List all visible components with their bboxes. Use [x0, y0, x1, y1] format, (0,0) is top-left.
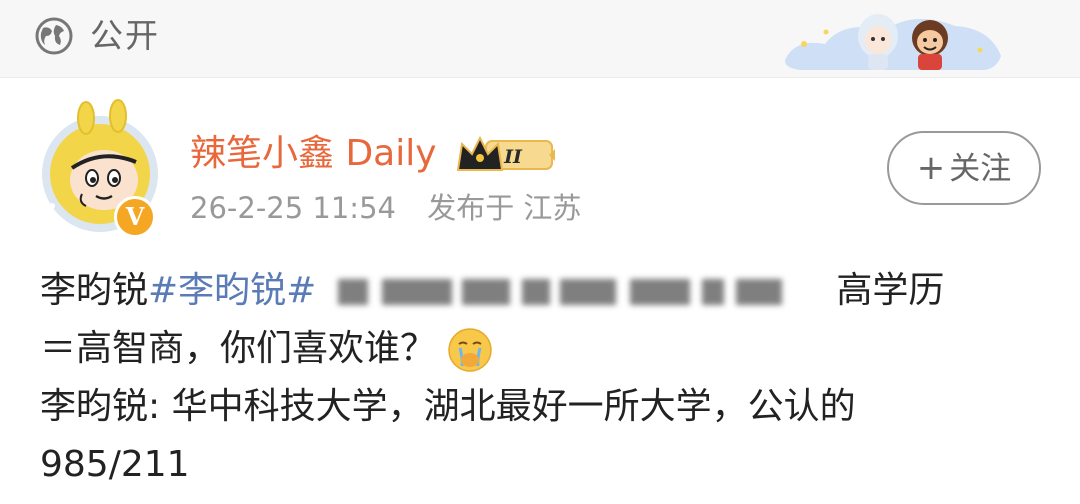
level-badge-text: II [503, 146, 523, 168]
plus-icon: + [916, 148, 946, 188]
crying-face-emoji [448, 328, 492, 372]
post-line: 985/211 [40, 436, 1050, 494]
anime-characters-sticker [784, 14, 1001, 70]
post-text-segment: 李昀锐: 华中科技大学，湖北最好一所大学，公认的 [40, 386, 856, 427]
post-timestamp: 26-2-25 11:54 [190, 191, 396, 225]
visibility-bar: 公开 [0, 0, 1080, 78]
post-text: 李昀锐#李昀锐# 高学历 ＝高智商，你们喜欢谁？ 李昀锐: 华中科技大学，湖北最好… [40, 262, 1050, 494]
verified-badge: V [114, 196, 156, 238]
post-line: 李昀锐#李昀锐# 高学历 [40, 262, 1050, 320]
author-name[interactable]: 辣笔小鑫 Daily [190, 130, 437, 178]
crown-icon[interactable]: II [456, 132, 558, 176]
follow-label: 关注 [949, 151, 1012, 187]
globe-icon [35, 17, 73, 55]
post-meta: 26-2-25 11:54 发布于 江苏 [190, 188, 581, 228]
blurred-text [338, 271, 818, 313]
post-line: ＝高智商，你们喜欢谁？ [40, 320, 1050, 378]
post-text-segment: 985/211 [40, 444, 190, 485]
post-text-segment: 李昀锐 [40, 270, 149, 311]
visibility-label: 公开 [90, 16, 160, 55]
post-location: 发布于 江苏 [427, 191, 582, 225]
post-line: 李昀锐: 华中科技大学，湖北最好一所大学，公认的 [40, 378, 1050, 436]
post-text-segment: 高学历 [836, 270, 945, 311]
follow-button[interactable]: + 关注 [887, 131, 1041, 205]
post-text-segment: ＝高智商，你们喜欢谁？ [40, 328, 437, 369]
hashtag-link[interactable]: #李昀锐# [148, 270, 316, 311]
